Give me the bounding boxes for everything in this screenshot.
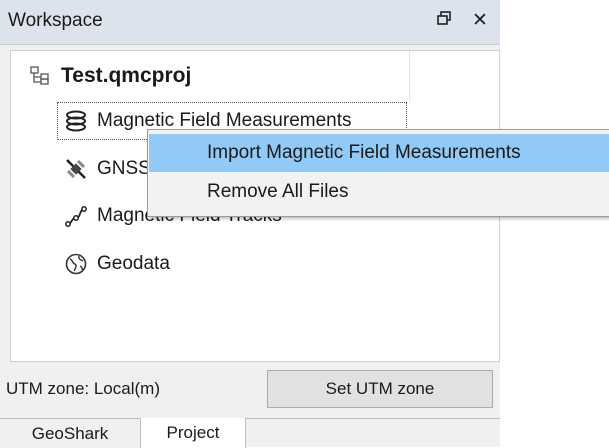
panel-title: Workspace [8,10,103,31]
satellite-icon [63,156,89,182]
tree-item-label: GNSS [97,158,151,179]
tree-item-gnss[interactable]: GNSS [63,154,151,184]
globe-icon [63,251,89,277]
panel-titlebar: Workspace ✕ [0,0,500,45]
set-utm-zone-button[interactable]: Set UTM zone [267,370,493,408]
tree-root-item[interactable]: Test.qmcproj [27,61,191,91]
menu-item-import-magnetic-field-measurements[interactable]: Import Magnetic Field Measurements [149,134,609,172]
panel-tabs: GeoShark Project [0,418,500,448]
close-icon[interactable]: ✕ [468,9,492,33]
menu-item-remove-all-files[interactable]: Remove All Files [149,173,609,211]
tree-item-geodata[interactable]: Geodata [63,249,170,279]
tracks-icon [63,203,89,229]
tree-root-label: Test.qmcproj [61,64,192,87]
tree-divider [409,51,410,101]
tab-project[interactable]: Project [140,418,246,448]
workspace-panel: Workspace ✕ Test.qmcproj Magnetic Field … [0,0,500,448]
float-window-icon[interactable] [432,9,456,33]
utm-zone-label: UTM zone: Local(m) [6,379,160,398]
tree-item-label: Geodata [97,253,170,274]
context-menu: Import Magnetic Field Measurements Remov… [147,129,609,217]
tab-geoshark[interactable]: GeoShark [0,419,140,448]
project-tree-icon [27,63,53,89]
